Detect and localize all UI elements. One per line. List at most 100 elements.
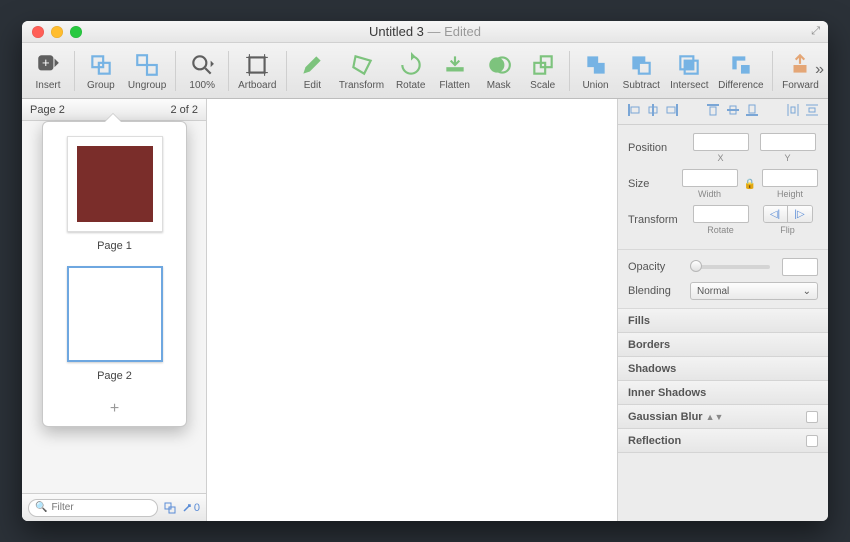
x-field[interactable]	[693, 133, 749, 151]
toolbar-label: Flatten	[439, 80, 470, 91]
current-page-label: Page 2	[30, 104, 65, 116]
fills-panel[interactable]: Fills	[618, 309, 828, 333]
artboard-icon	[244, 52, 270, 78]
union-button[interactable]: Union	[576, 48, 616, 93]
inner-shadows-panel[interactable]: Inner Shadows	[618, 381, 828, 405]
rotate-button[interactable]: Rotate	[391, 48, 431, 93]
separator	[175, 51, 176, 91]
mask-button[interactable]: Mask	[479, 48, 519, 93]
layer-toggle-icon[interactable]	[164, 502, 176, 514]
edited-indicator: — Edited	[424, 24, 481, 39]
position-label: Position	[628, 142, 684, 154]
layer-count: 0	[182, 502, 200, 514]
titlebar: Untitled 3 — Edited ⤢	[22, 21, 828, 43]
toolbar: + Insert Group Ungroup 100% Artboard Edi…	[22, 43, 828, 99]
appearance-section: Opacity Blending Normal ⌄	[618, 250, 828, 309]
svg-text:+: +	[42, 55, 50, 70]
align-center-h-icon[interactable]	[646, 103, 660, 120]
transform-icon	[349, 52, 375, 78]
gaussian-blur-panel[interactable]: Gaussian Blur ▲▼	[618, 405, 828, 429]
geometry-section: Position X Y Size Width 🔒 Height Transfo…	[618, 125, 828, 250]
filter-input[interactable]: 🔍	[28, 499, 158, 517]
y-sublabel: Y	[784, 153, 790, 163]
intersect-icon	[676, 52, 702, 78]
slider-knob[interactable]	[690, 260, 702, 272]
y-field[interactable]	[760, 133, 816, 151]
canvas[interactable]	[207, 99, 618, 521]
fullscreen-icon[interactable]: ⤢	[811, 25, 820, 38]
page-thumbnail-selected[interactable]	[67, 266, 163, 362]
edit-icon	[299, 52, 325, 78]
insert-button[interactable]: + Insert	[28, 48, 68, 93]
opacity-label: Opacity	[628, 261, 684, 273]
transform-button[interactable]: Transform	[336, 48, 386, 93]
artboard-button[interactable]: Artboard	[235, 48, 280, 93]
align-middle-v-icon[interactable]	[726, 103, 740, 120]
borders-panel[interactable]: Borders	[618, 333, 828, 357]
chevron-down-icon: ⌄	[803, 286, 811, 297]
flip-horizontal-button[interactable]: ◁|	[764, 206, 788, 222]
filter-field[interactable]	[51, 502, 150, 513]
distribute-v-icon[interactable]	[805, 103, 819, 120]
add-page-button[interactable]: +	[110, 400, 119, 418]
align-top-icon[interactable]	[706, 103, 720, 120]
reflection-checkbox[interactable]	[806, 435, 818, 447]
shadows-panel[interactable]: Shadows	[618, 357, 828, 381]
height-sublabel: Height	[777, 189, 803, 199]
flatten-button[interactable]: Flatten	[435, 48, 475, 93]
align-right-icon[interactable]	[665, 103, 679, 120]
opacity-field[interactable]	[782, 258, 818, 276]
subtract-button[interactable]: Subtract	[620, 48, 664, 93]
flip-vertical-button[interactable]: |▷	[788, 206, 812, 222]
blending-select[interactable]: Normal ⌄	[690, 282, 818, 300]
stepper-icon[interactable]: ▲▼	[706, 412, 724, 422]
scale-button[interactable]: Scale	[523, 48, 563, 93]
gaussian-blur-checkbox[interactable]	[806, 411, 818, 423]
height-field[interactable]	[762, 169, 818, 187]
toolbar-label: Scale	[530, 80, 555, 91]
magnifier-icon	[189, 52, 215, 78]
insert-icon: +	[35, 52, 61, 78]
sidebar-footer: 🔍 0	[22, 493, 206, 521]
page-thumbnail[interactable]	[67, 136, 163, 232]
toolbar-label: Subtract	[623, 80, 660, 91]
align-left-icon[interactable]	[627, 103, 641, 120]
subtract-icon	[628, 52, 654, 78]
intersect-button[interactable]: Intersect	[667, 48, 712, 93]
window-title: Untitled 3 — Edited	[22, 24, 828, 39]
toolbar-label: Ungroup	[128, 80, 166, 91]
opacity-slider[interactable]	[690, 265, 770, 269]
distribute-h-icon[interactable]	[786, 103, 800, 120]
ungroup-button[interactable]: Ungroup	[125, 48, 170, 93]
toolbar-label: Intersect	[670, 80, 708, 91]
zoom-value: 100%	[189, 80, 215, 91]
pages-popover: Page 1 Page 2 +	[42, 121, 187, 427]
reflection-panel[interactable]: Reflection	[618, 429, 828, 453]
flatten-icon	[442, 52, 468, 78]
inspector: Position X Y Size Width 🔒 Height Transfo…	[618, 99, 828, 521]
blending-value: Normal	[697, 286, 729, 297]
mask-icon	[486, 52, 512, 78]
align-bottom-icon[interactable]	[745, 103, 759, 120]
separator	[772, 51, 773, 91]
toolbar-label: Rotate	[396, 80, 425, 91]
transform-label: Transform	[628, 214, 684, 226]
doc-title: Untitled 3	[369, 24, 424, 39]
toolbar-label: Union	[582, 80, 608, 91]
lock-icon[interactable]: 🔒	[744, 179, 756, 190]
width-field[interactable]	[682, 169, 738, 187]
difference-button[interactable]: Difference	[716, 48, 766, 93]
zoom-control[interactable]: 100%	[182, 48, 222, 93]
separator	[74, 51, 75, 91]
flip-controls: ◁| |▷	[763, 205, 813, 223]
ungroup-icon	[134, 52, 160, 78]
group-button[interactable]: Group	[81, 48, 121, 93]
content: Page 2 2 of 2 Page 1 Page 2 + 🔍 0	[22, 99, 828, 521]
overflow-chevron-icon[interactable]: »	[815, 61, 824, 79]
separator	[569, 51, 570, 91]
rotate-field[interactable]	[693, 205, 749, 223]
toolbar-label: Group	[87, 80, 115, 91]
separator	[286, 51, 287, 91]
search-icon: 🔍	[35, 502, 47, 513]
edit-button[interactable]: Edit	[292, 48, 332, 93]
